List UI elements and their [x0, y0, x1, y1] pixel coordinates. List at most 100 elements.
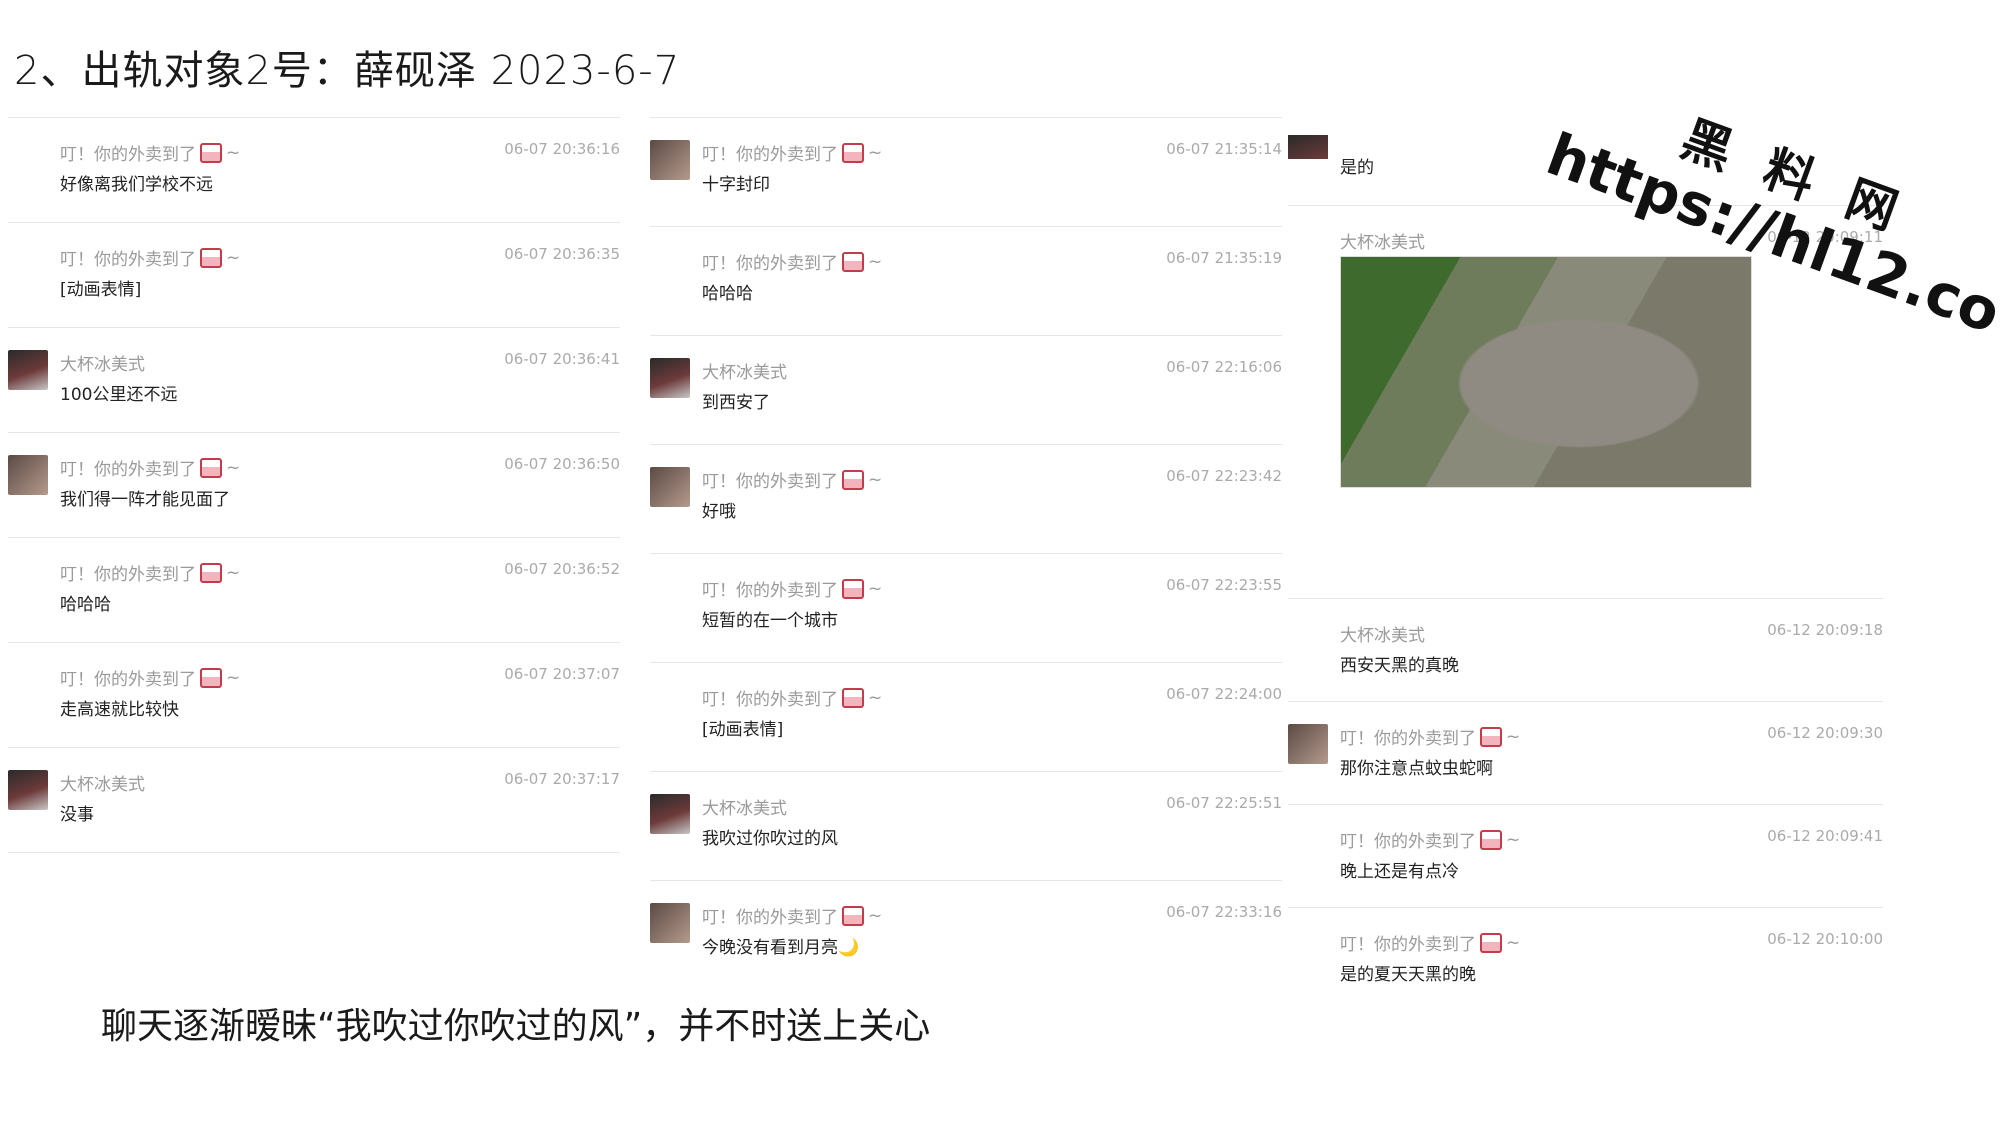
sender-name: 大杯冰美式	[60, 775, 145, 795]
sender-name: 叮！你的外卖到了 ~	[60, 457, 241, 480]
message-time: 06-07 22:23:55	[1166, 576, 1282, 594]
message-time: 06-07 20:36:52	[504, 560, 620, 578]
message-text: 走高速就比较快	[60, 700, 179, 720]
message-time: 06-07 20:37:17	[504, 770, 620, 788]
message-text: 好哦	[702, 502, 736, 522]
sender-name: 大杯冰美式	[702, 363, 787, 383]
sender-name: 大杯冰美式	[60, 355, 145, 375]
message-time: 06-12 20:09:30	[1767, 724, 1883, 742]
avatar[interactable]	[8, 350, 48, 390]
message-time: 06-07 22:16:06	[1166, 358, 1282, 376]
chat-message[interactable]: 大杯冰美式 06-07 22:16:06 到西安了	[650, 335, 1282, 444]
message-time: 06-07 22:25:51	[1166, 794, 1282, 812]
chat-message[interactable]: 叮！你的外卖到了 ~ 06-07 20:36:35 [动画表情]	[8, 222, 620, 327]
sender-name: 大杯冰美式	[702, 799, 787, 819]
message-text: 哈哈哈	[60, 595, 111, 615]
message-text: 短暂的在一个城市	[702, 611, 838, 631]
chat-message[interactable]: 叮！你的外卖到了 ~ 06-12 20:09:30 那你注意点蚊虫蛇啊	[1288, 701, 1883, 804]
chat-message[interactable]: 叮！你的外卖到了 ~ 06-07 21:35:19 哈哈哈	[650, 226, 1282, 335]
message-text: 没事	[60, 805, 94, 825]
chat-message[interactable]: 叮！你的外卖到了 ~ 06-07 22:33:16 今晚没有看到月亮🌙	[650, 880, 1282, 989]
message-time: 06-12 20:09:18	[1767, 621, 1883, 639]
message-text: 晚上还是有点冷	[1340, 862, 1459, 882]
sender-name: 叮！你的外卖到了 ~	[702, 469, 883, 492]
chat-message[interactable]: 叮！你的外卖到了 ~ 06-07 20:36:52 哈哈哈	[8, 537, 620, 642]
avatar[interactable]	[650, 467, 690, 507]
sender-name: 叮！你的外卖到了 ~	[1340, 726, 1521, 749]
chat-message[interactable]: 叮！你的外卖到了 ~ 06-12 20:10:00 是的夏天天黑的晚	[1288, 907, 1883, 1010]
message-text: 西安天黑的真晚	[1340, 656, 1459, 676]
takeout-bag-icon	[1480, 726, 1502, 747]
sender-name: 叮！你的外卖到了 ~	[60, 247, 241, 270]
sender-name: 叮！你的外卖到了 ~	[702, 251, 883, 274]
takeout-bag-icon	[200, 457, 222, 478]
takeout-bag-icon	[842, 687, 864, 708]
message-text: [动画表情]	[60, 280, 142, 300]
message-time: 06-12 20:10:00	[1767, 930, 1883, 948]
takeout-bag-icon	[1480, 932, 1502, 953]
chat-message[interactable]: 叮！你的外卖到了 ~ 06-07 20:36:16 好像离我们学校不远	[8, 117, 620, 222]
avatar[interactable]	[8, 455, 48, 495]
chat-message[interactable]: 大杯冰美式 06-12 20:09:18 西安天黑的真晚	[1288, 598, 1883, 701]
chat-message[interactable]: 大杯冰美式 06-07 20:36:41 100公里还不远	[8, 327, 620, 432]
message-time: 06-07 20:37:07	[504, 665, 620, 683]
takeout-bag-icon	[842, 142, 864, 163]
chat-message[interactable]: 叮！你的外卖到了 ~ 06-07 22:23:42 好哦	[650, 444, 1282, 553]
takeout-bag-icon	[842, 905, 864, 926]
takeout-bag-icon	[200, 667, 222, 688]
chat-column-middle: 叮！你的外卖到了 ~ 06-07 21:35:14 十字封印 叮！你的外卖到了 ~ …	[650, 117, 1282, 989]
sender-name: 叮！你的外卖到了 ~	[60, 142, 241, 165]
takeout-bag-icon	[842, 251, 864, 272]
chat-message[interactable]: 大杯冰美式 06-07 20:37:17 没事	[8, 747, 620, 853]
message-time: 06-07 22:33:16	[1166, 903, 1282, 921]
message-text: 我吹过你吹过的风	[702, 829, 838, 849]
message-text: 是的	[1340, 158, 1374, 178]
message-text: 那你注意点蚊虫蛇啊	[1340, 759, 1493, 779]
tent-photo[interactable]	[1340, 256, 1752, 488]
takeout-bag-icon	[200, 562, 222, 583]
avatar[interactable]	[650, 358, 690, 398]
caption: 聊天逐渐暧昧“我吹过你吹过的风”，并不时送上关心	[101, 1006, 931, 1047]
takeout-bag-icon	[842, 469, 864, 490]
sender-name: 大杯冰美式	[1340, 626, 1425, 646]
chat-message[interactable]: 叮！你的外卖到了 ~ 06-07 21:35:14 十字封印	[650, 117, 1282, 226]
sender-name: 大杯冰美式	[1340, 233, 1425, 253]
chat-message[interactable]: 叮！你的外卖到了 ~ 06-12 20:09:41 晚上还是有点冷	[1288, 804, 1883, 907]
takeout-bag-icon	[1480, 829, 1502, 850]
message-time: 06-07 20:36:35	[504, 245, 620, 263]
message-time: 06-07 20:36:41	[504, 350, 620, 368]
sender-name: 叮！你的外卖到了 ~	[702, 142, 883, 165]
chat-message[interactable]: 叮！你的外卖到了 ~ 06-07 20:37:07 走高速就比较快	[8, 642, 620, 747]
message-text: 好像离我们学校不远	[60, 175, 213, 195]
avatar[interactable]	[650, 903, 690, 943]
chat-message[interactable]: 叮！你的外卖到了 ~ 06-07 22:24:00 [动画表情]	[650, 662, 1282, 771]
avatar[interactable]	[650, 140, 690, 180]
message-time: 06-07 21:35:14	[1166, 140, 1282, 158]
message-text: [动画表情]	[702, 720, 784, 740]
takeout-bag-icon	[200, 142, 222, 163]
sender-name: 叮！你的外卖到了 ~	[702, 905, 883, 928]
message-time: 06-12 20:09:41	[1767, 827, 1883, 845]
chat-message[interactable]: 叮！你的外卖到了 ~ 06-07 22:23:55 短暂的在一个城市	[650, 553, 1282, 662]
takeout-bag-icon	[200, 247, 222, 268]
message-text: 是的夏天天黑的晚	[1340, 965, 1476, 985]
sender-name: 叮！你的外卖到了 ~	[60, 667, 241, 690]
message-time: 06-07 20:36:16	[504, 140, 620, 158]
avatar[interactable]	[1288, 724, 1328, 764]
message-text: 我们得一阵才能见面了	[60, 490, 230, 510]
chat-message[interactable]: 叮！你的外卖到了 ~ 06-07 20:36:50 我们得一阵才能见面了	[8, 432, 620, 537]
message-time: 06-07 20:36:50	[504, 455, 620, 473]
takeout-bag-icon	[842, 578, 864, 599]
message-text: 100公里还不远	[60, 385, 178, 405]
sender-name: 叮！你的外卖到了 ~	[702, 578, 883, 601]
message-text: 十字封印	[702, 175, 770, 195]
sender-name: 叮！你的外卖到了 ~	[60, 562, 241, 585]
chat-message[interactable]: 大杯冰美式 06-07 22:25:51 我吹过你吹过的风	[650, 771, 1282, 880]
page-title: 2、出轨对象2号：薛砚泽 2023-6-7	[14, 48, 681, 94]
avatar[interactable]	[8, 770, 48, 810]
message-time: 06-07 22:24:00	[1166, 685, 1282, 703]
sender-name: 叮！你的外卖到了 ~	[1340, 932, 1521, 955]
avatar[interactable]	[650, 794, 690, 834]
message-text: 哈哈哈	[702, 284, 753, 304]
avatar[interactable]	[1288, 135, 1328, 159]
